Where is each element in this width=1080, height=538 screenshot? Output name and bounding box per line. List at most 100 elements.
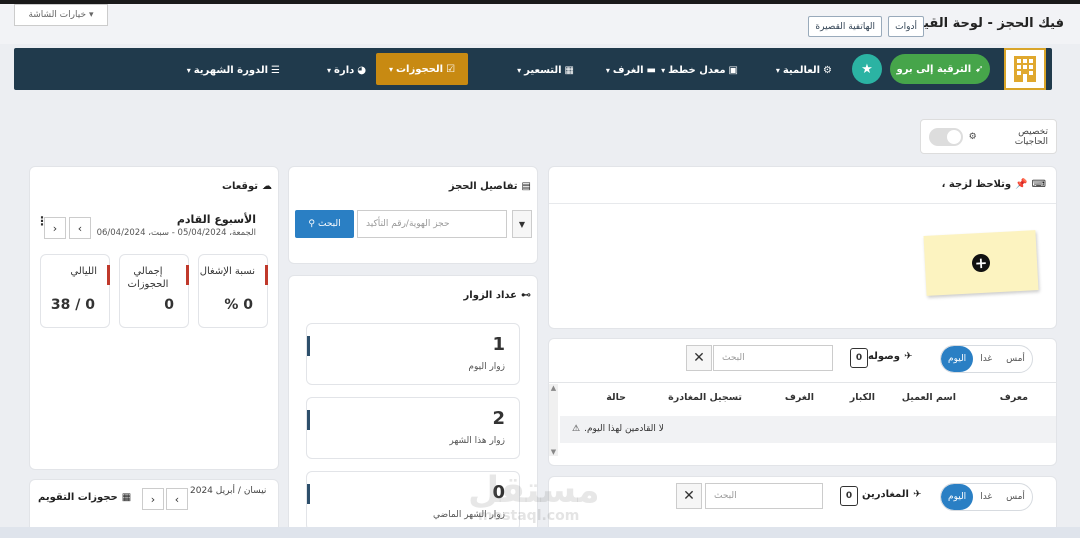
chevron-down-icon: ▾ (327, 65, 332, 75)
list-icon: ☰ (271, 64, 280, 76)
arrivals-title: ✈ وصوله (868, 351, 912, 362)
chevron-down-icon: ▾ (661, 65, 666, 75)
filter-yesterday[interactable]: أمس (999, 484, 1032, 510)
booking-type-select[interactable]: ▼ (512, 210, 532, 238)
favorite-star-button[interactable]: ★ (852, 54, 882, 84)
total-bookings-value: 0 (164, 297, 174, 313)
add-note-icon[interactable]: + (971, 253, 991, 273)
calendar-prev-button[interactable]: ‹ (142, 488, 164, 510)
screen-options-label: خيارات الشاشة (28, 10, 87, 20)
sticky-note[interactable]: + (923, 230, 1039, 296)
chevron-down-icon: ▾ (775, 65, 780, 75)
departures-clear-button[interactable]: ✕ (676, 483, 702, 509)
booking-id-input[interactable]: حجز الهوية/رقم التأكيد (357, 210, 507, 238)
arrivals-count: 0 (850, 348, 868, 368)
departures-day-filter[interactable]: أمس غدا اليوم (940, 483, 1033, 511)
filter-tomorrow[interactable]: غدا (973, 346, 999, 372)
more-options-icon[interactable]: ⋮ (36, 215, 48, 227)
hotel-logo[interactable] (1004, 48, 1046, 90)
occupancy-value: 0 % (224, 297, 253, 313)
visitors-title: ⊶ عداد الزوار (464, 290, 531, 301)
visitors-title-text: عداد الزوار (463, 290, 517, 301)
occupancy-label: نسبة الإشغال (199, 266, 255, 277)
filter-today[interactable]: اليوم (941, 484, 974, 510)
chevron-right-icon: › (174, 492, 180, 506)
calendar-month: نيسان / أبريل 2024 (190, 486, 267, 496)
col-id: معرف (999, 392, 1028, 403)
notes-title-text: وتلاحظ لزجة ، (941, 179, 1012, 190)
id-card-icon: ▤ (521, 181, 531, 192)
booking-search-button[interactable]: البحث ⚲ (295, 210, 354, 238)
nav-item-rate-plans[interactable]: ▣ معدل خطط ▾ (661, 55, 738, 85)
arrivals-clear-button[interactable]: ✕ (686, 345, 712, 371)
rocket-icon: ➹ (975, 63, 984, 75)
nav-item-management[interactable]: ◕ دارة ▾ (327, 55, 366, 85)
accent-bar (265, 265, 268, 285)
search-label: البحث (318, 219, 341, 229)
nav-item-bookings[interactable]: ☑ الحجوزات ▾ (376, 53, 468, 85)
filter-yesterday[interactable]: أمس (999, 346, 1032, 372)
table-scrollbar[interactable]: ▲ ▼ (549, 384, 558, 456)
nav-label: الحجوزات (395, 63, 444, 75)
chevron-down-icon: ▾ (517, 65, 522, 75)
arrivals-search-input[interactable]: البحث (713, 345, 833, 371)
nav-item-global[interactable]: ⚙ العالمية ▾ (776, 55, 832, 85)
forecast-title-text: توقعات (221, 181, 258, 192)
col-customer-name: اسم العميل (901, 392, 956, 403)
col-adults: الكبار (849, 392, 875, 403)
nav-label: معدل خطط (668, 64, 726, 76)
col-status: حالة (606, 392, 626, 403)
arrivals-title-text: وصوله (868, 351, 900, 362)
star-icon: ★ (861, 61, 873, 77)
mobile-shortcut-button[interactable]: الهاتفية القصيرة (808, 16, 882, 37)
screen-options-button[interactable]: ▾ خيارات الشاشة (14, 4, 108, 26)
departures-search-input[interactable]: البحث (705, 483, 823, 509)
scroll-up-icon[interactable]: ▲ (549, 384, 558, 392)
nav-label: الدورة الشهرية (193, 64, 269, 76)
upgrade-pro-button[interactable]: ➹ الترقية إلى برو (890, 54, 990, 84)
scroll-down-icon[interactable]: ▼ (549, 448, 558, 456)
visitors-month-value: 2 (492, 408, 505, 429)
filter-tomorrow[interactable]: غدا (973, 484, 999, 510)
chevron-down-icon: ▾ (388, 64, 393, 74)
os-taskbar (0, 527, 1080, 538)
pin-icon: 📌 (1015, 179, 1028, 190)
week-range: الجمعة، 05/04/2024 - سبت، 06/04/2024 (96, 228, 256, 238)
forecast-title: ☁ توقعات (222, 181, 272, 192)
filter-today[interactable]: اليوم (941, 346, 974, 372)
table-icon: ▦ (564, 64, 574, 76)
week-title: الأسبوع القادم (176, 213, 256, 226)
visitors-month-label: زوار هذا الشهر (449, 436, 505, 446)
tools-button[interactable]: أدوات (888, 16, 924, 37)
accent-bar (186, 265, 189, 285)
search-icon: ⚲ (308, 219, 315, 229)
keyboard-icon: ⌨ (1031, 179, 1046, 190)
departures-title-text: المغادرين (862, 489, 909, 500)
pie-chart-icon: ◕ (357, 64, 366, 76)
customize-widgets-toggle[interactable]: تخصيص الحاجيات ⚙ (920, 119, 1057, 154)
visitors-today-box: 1 زوار اليوم (306, 323, 520, 385)
total-bookings-stat: إجمالي الحجوزات 0 (119, 254, 189, 328)
nav-item-pricing[interactable]: ▦ التسعير ▾ (517, 55, 574, 85)
cloud-icon: ☁ (262, 181, 272, 192)
nav-label: التسعير (524, 64, 562, 76)
accent-bar (307, 484, 310, 504)
nav-label: دارة (334, 64, 355, 76)
departures-title: ✈ المغادرين (862, 489, 921, 500)
accent-bar (307, 410, 310, 430)
visitors-month-box: 2 زوار هذا الشهر (306, 397, 520, 459)
arrivals-day-filter[interactable]: أمس غدا اليوم (940, 345, 1033, 373)
nav-item-monthly-cycle[interactable]: ☰ الدورة الشهرية ▾ (187, 55, 280, 85)
notes-title: ⌨ 📌 وتلاحظ لزجة ، (942, 179, 1046, 190)
cogs-icon: ⚙ (968, 131, 977, 142)
calendar-icon: ▦ (121, 492, 132, 503)
hotel-icon (1014, 56, 1036, 82)
watermark-url: mostaql.com (478, 508, 580, 524)
caret-down-icon: ▼ (518, 219, 526, 229)
toggle-switch[interactable] (929, 127, 963, 146)
calendar-next-button[interactable]: › (166, 488, 188, 510)
calendar-check-icon: ☑ (446, 63, 456, 75)
close-icon: ✕ (683, 488, 695, 504)
nav-item-rooms[interactable]: ▬ الغرف ▾ (606, 55, 656, 85)
forecast-next-button[interactable]: › (69, 217, 91, 239)
